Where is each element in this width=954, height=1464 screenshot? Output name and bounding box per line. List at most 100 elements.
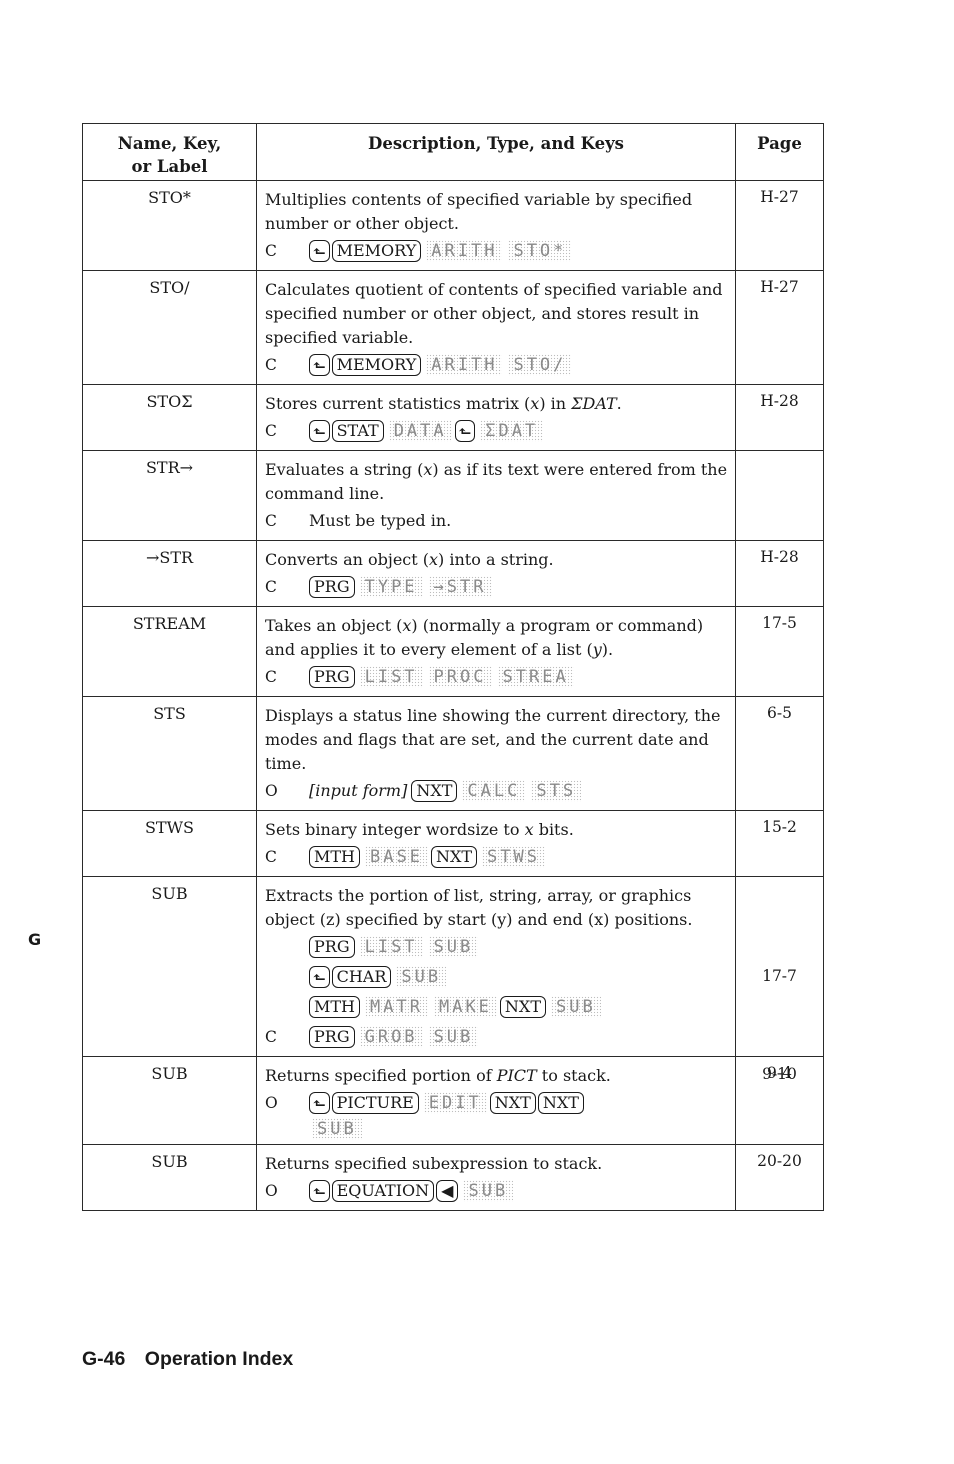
operation-name: STR→ [82,450,257,541]
key-sequence: C ⬑ MEMORY ARITH STO/ [265,350,729,380]
keyboard-key: PICTURE [331,1092,419,1114]
description-fragment: bits. [533,820,574,839]
description-text: Evaluates a string (x) as if its text we… [265,458,729,506]
description-fragment: PICT [496,1066,537,1085]
operation-description: Returns specified subexpression to stack… [256,1144,736,1211]
operation-name: STO/ [82,270,257,385]
section-title: Operation Index [144,1348,294,1370]
operation-type: O [265,782,278,800]
page-reference: 20-20 [735,1144,824,1211]
left-shift-key-icon: ⬑ [309,420,330,442]
page-reference: H-27 [735,180,824,271]
table-row: SUB Returns specified portion of PICT to … [82,1056,824,1145]
menu-softkey-label: STWS [482,846,545,868]
page-reference: H-28 [735,540,824,607]
operation-description: Sets binary integer wordsize to x bits. C… [256,810,736,877]
description-text: Returns specified portion of PICT to sta… [265,1064,729,1088]
page-reference [735,450,824,541]
operation-name: STWS [82,810,257,877]
key-sequence: PRG LIST SUB [265,932,729,962]
description-fragment: x [530,394,540,413]
description-fragment: y [592,640,602,659]
keyboard-key: PRG [309,666,355,688]
typing-note: Must be typed in. [309,511,452,530]
operation-name: STS [82,696,257,811]
page-reference: 9-4 [735,1056,824,1145]
table-row: STO* Multiplies contents of specified var… [82,180,824,271]
key-sequence: ⬑ CHAR SUB [265,962,729,992]
key-sequence: C PRG GROB SUB [265,1022,729,1052]
keyboard-key: MTH [309,846,361,868]
page-footer: G-46 Operation Index [82,1348,293,1371]
keyboard-key: STAT [331,420,384,442]
menu-softkey-label: EDIT [423,1092,487,1114]
description-fragment: Evaluates a string ( [265,460,424,479]
operation-type: C [265,578,277,596]
menu-softkey-label: TYPE [359,576,423,598]
keyboard-key: PRG [309,1026,355,1048]
keyboard-key: NXT [430,846,478,868]
column-header-page: Page [735,123,824,181]
description-fragment: ) into a string. [438,550,554,569]
operation-type: C [265,668,277,686]
keyboard-key: EQUATION [331,1180,435,1202]
keyboard-key: NXT [499,996,546,1018]
menu-softkey-label: →STR [428,576,492,598]
description-fragment: ) in [539,394,572,413]
description-fragment: Sets binary integer wordsize to [265,820,525,839]
menu-softkey-label: SUB [463,1180,514,1202]
operation-type: C [265,422,277,440]
section-tab-letter: G [28,930,42,949]
key-sequence: C ⬑ MEMORY ARITH STO* [265,236,729,266]
menu-softkey-label: CALC [462,780,526,802]
menu-softkey-label: MATR [365,996,428,1018]
operation-description: Converts an object (x) into a string. C PR… [256,540,736,607]
operation-name: STOΣ [82,384,257,451]
keyboard-key: CHAR [331,966,392,988]
menu-softkey-label: DATA [388,420,452,442]
operation-type: C [265,1028,277,1046]
description-fragment: x [429,550,439,569]
left-shift-key-icon: ⬑ [454,420,476,442]
left-shift-key-icon: ⬑ [309,240,330,262]
description-text: Extracts the portion of list, string, ar… [265,886,693,929]
operation-name: SUB [82,876,257,1057]
description-fragment: Takes an object ( [265,616,403,635]
operation-type: O [265,1182,278,1200]
keyboard-key: ◀ [436,1180,459,1202]
table-row: STREAM Takes an object (x) (normally a pr… [82,606,824,697]
keyboard-key: MTH [309,996,361,1018]
operation-name: →STR [82,540,257,607]
left-shift-key-icon: ⬑ [309,354,330,376]
menu-softkey-label: MAKE [433,996,497,1018]
key-sequence: O ⬑ EQUATION ◀ SUB [265,1176,729,1206]
description-text: Converts an object (x) into a string. [265,548,729,572]
table-header-row: Name, Key, or Label Description, Type, a… [82,123,824,181]
key-sequence: C Must be typed in. [265,506,729,536]
description-text: Returns specified subexpression to stack… [265,1154,603,1173]
description-text: Sets binary integer wordsize to x bits. [265,818,729,842]
menu-softkey-label: STO* [508,240,572,262]
menu-softkey-label: STREA [497,666,574,688]
table-row: STWS Sets binary integer wordsize to x bi… [82,810,824,877]
description-text: Calculates quotient of contents of speci… [265,280,723,347]
menu-softkey-label: LIST [359,666,423,688]
table-row: →STR Converts an object (x) into a string… [82,540,824,607]
table-row: SUB Returns specified subexpression to st… [82,1144,824,1211]
left-shift-key-icon: ⬑ [309,1092,330,1114]
page-reference: H-28 [735,384,824,451]
description-fragment: x [423,460,433,479]
operation-description: Calculates quotient of contents of speci… [256,270,736,385]
page-reference: 6-5 [735,696,824,811]
menu-softkey-label: GROB [359,1026,423,1048]
page-reference: H-27 [735,270,824,385]
menu-softkey-label: SUB [428,1026,479,1048]
keyboard-key: NXT [489,1092,536,1114]
description-fragment: x [524,820,534,839]
menu-softkey-label: ARITH [426,354,503,376]
operation-description: Multiplies contents of specified variabl… [256,180,736,271]
menu-softkey-label: SUB [428,936,479,958]
key-sequence: MTH MATR MAKE NXT SUB [265,992,729,1022]
description-text: Stores current statistics matrix (x) in … [265,392,729,416]
description-fragment: Stores current statistics matrix ( [265,394,531,413]
